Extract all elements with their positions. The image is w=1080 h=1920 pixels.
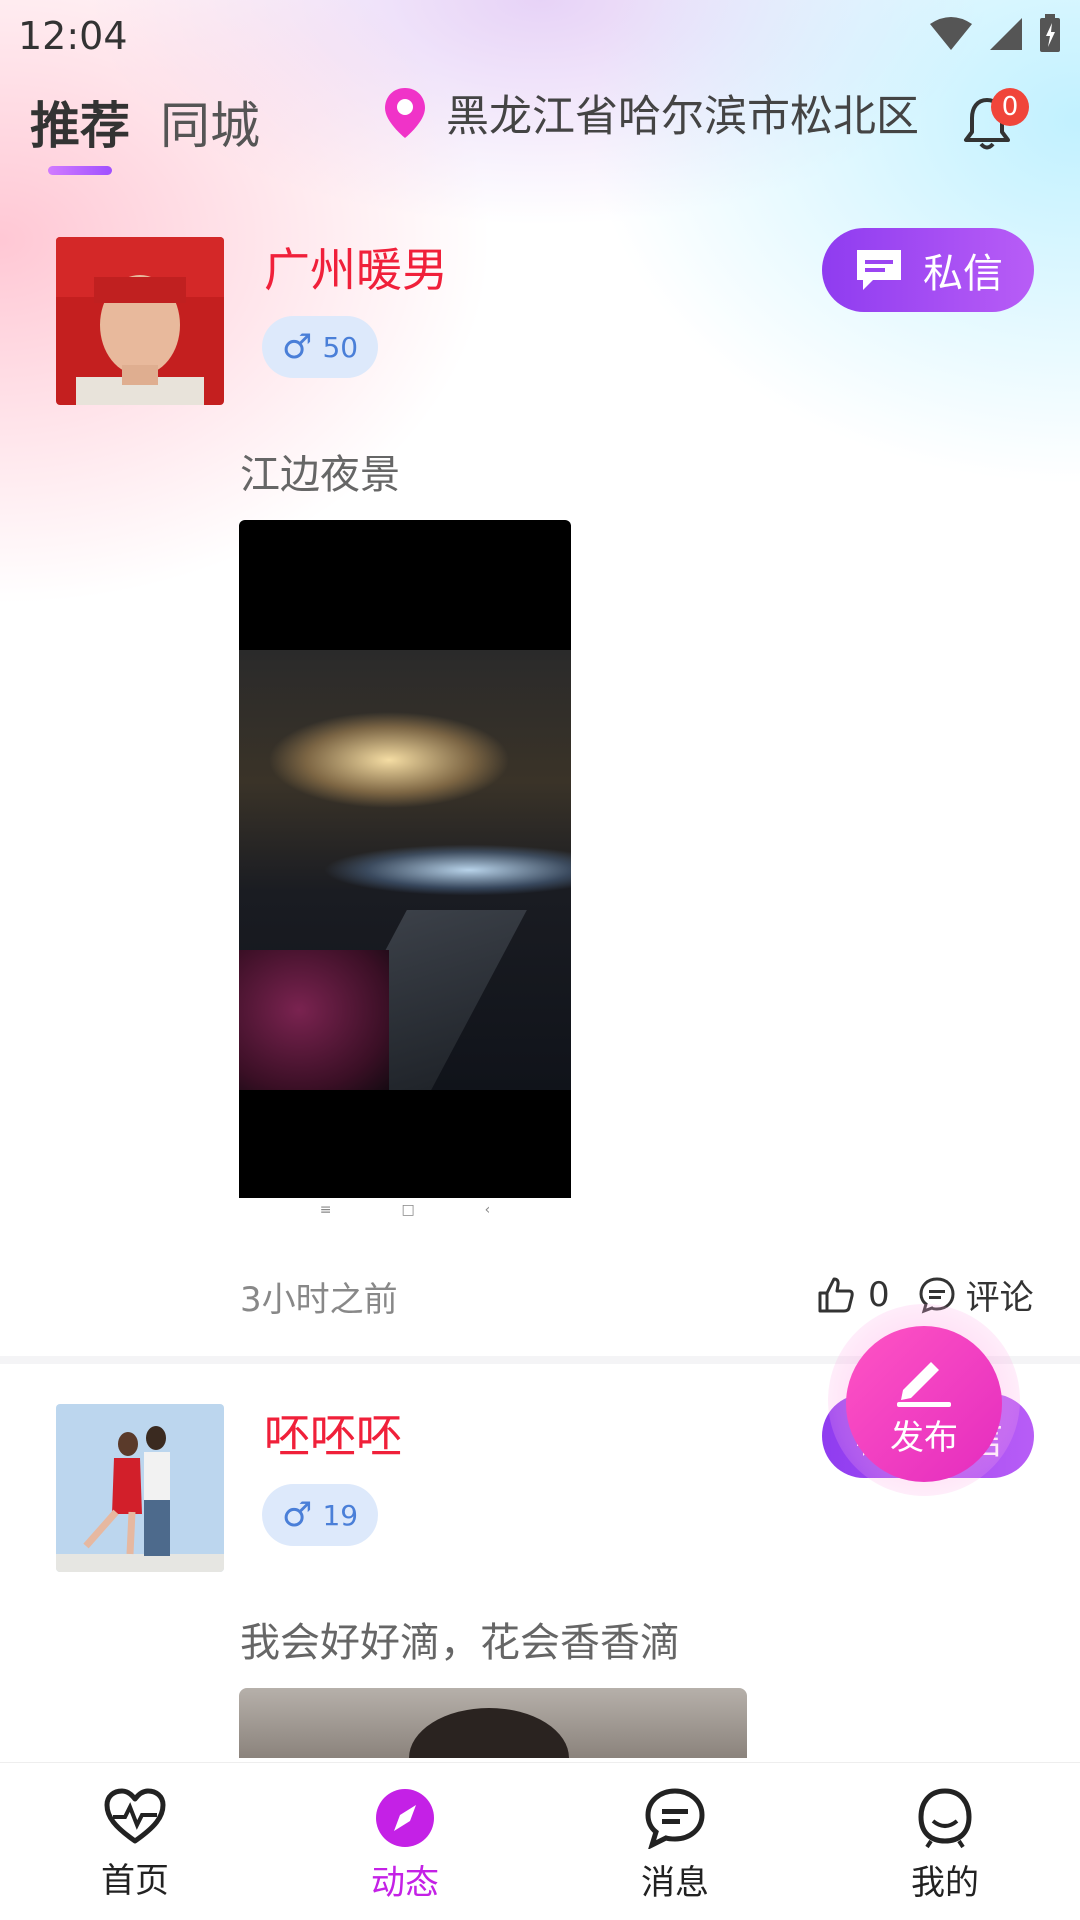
male-icon: ♂ — [282, 327, 313, 367]
menu-icon: ≡ — [319, 1202, 332, 1218]
like-count: 0 — [868, 1274, 890, 1315]
tab-indicator — [48, 166, 112, 175]
image-content — [409, 1708, 569, 1758]
avatar-photo — [56, 237, 224, 405]
image-navbar: ≡ □ ‹ — [239, 1198, 571, 1222]
nav-moments[interactable]: 动态 — [270, 1763, 540, 1920]
nav-profile-label: 我的 — [911, 1863, 979, 1903]
pencil-icon — [897, 1361, 951, 1407]
post-avatar[interactable] — [56, 1404, 224, 1572]
avatar-photo — [56, 1404, 224, 1572]
post-text: 我会好好滴，花会香香滴 — [240, 1620, 680, 1666]
like-button[interactable]: 0 — [816, 1275, 890, 1315]
chat-icon — [645, 1788, 705, 1849]
nav-home-label: 首页 — [101, 1861, 169, 1901]
profile-icon — [918, 1788, 972, 1849]
gender-age-badge: ♂ 50 — [262, 316, 379, 378]
location-text: 黑龙江省哈尔滨市松北区 — [446, 92, 919, 142]
wifi-icon — [930, 17, 972, 50]
nav-home[interactable]: 首页 — [0, 1763, 270, 1920]
male-icon: ♂ — [282, 1495, 313, 1535]
location-pin-icon — [385, 88, 425, 138]
battery-icon — [1040, 14, 1060, 52]
scene-flowers — [239, 950, 389, 1090]
post-username[interactable]: 呸呸呸 — [264, 1400, 402, 1466]
post-text: 江边夜景 — [240, 452, 400, 498]
home-icon: □ — [401, 1202, 415, 1218]
compass-icon — [376, 1789, 434, 1847]
nav-moments-label: 动态 — [371, 1863, 439, 1903]
post-image[interactable]: ≡ □ ‹ — [239, 520, 571, 1222]
location-selector[interactable]: 黑龙江省哈尔滨市松北区 — [382, 82, 919, 144]
age-text: 19 — [322, 1498, 359, 1532]
message-icon — [857, 250, 901, 290]
publish-label: 发布 — [890, 1417, 958, 1458]
gender-age-badge: ♂ 19 — [262, 1484, 379, 1546]
post-time: 3小时之前 — [240, 1280, 398, 1320]
nav-messages-label: 消息 — [641, 1863, 709, 1903]
nav-profile[interactable]: 我的 — [810, 1763, 1080, 1920]
post-username[interactable]: 广州暖男 — [264, 234, 448, 300]
heartbeat-icon — [104, 1788, 166, 1844]
publish-fab[interactable]: 发布 — [846, 1326, 1002, 1482]
thumb-up-icon — [818, 1277, 854, 1312]
night-scene — [239, 650, 571, 1090]
post-avatar[interactable] — [56, 237, 224, 405]
status-icons — [928, 14, 1062, 54]
bottom-navigation: 首页 动态 消息 我的 — [0, 1762, 1080, 1920]
tab-recommend[interactable]: 推荐 — [30, 86, 130, 158]
notification-badge: 0 — [991, 88, 1029, 126]
image-content — [239, 520, 571, 1198]
signal-icon — [990, 18, 1022, 50]
post-image[interactable] — [239, 1688, 747, 1758]
private-message-label: 私信 — [923, 251, 1003, 297]
tab-same-city[interactable]: 同城 — [160, 86, 260, 158]
back-icon: ‹ — [484, 1202, 491, 1218]
comment-label: 评论 — [965, 1278, 1034, 1318]
age-text: 50 — [322, 330, 359, 364]
private-message-button[interactable]: 私信 — [822, 228, 1034, 312]
status-time: 12:04 — [18, 14, 128, 58]
nav-messages[interactable]: 消息 — [540, 1763, 810, 1920]
